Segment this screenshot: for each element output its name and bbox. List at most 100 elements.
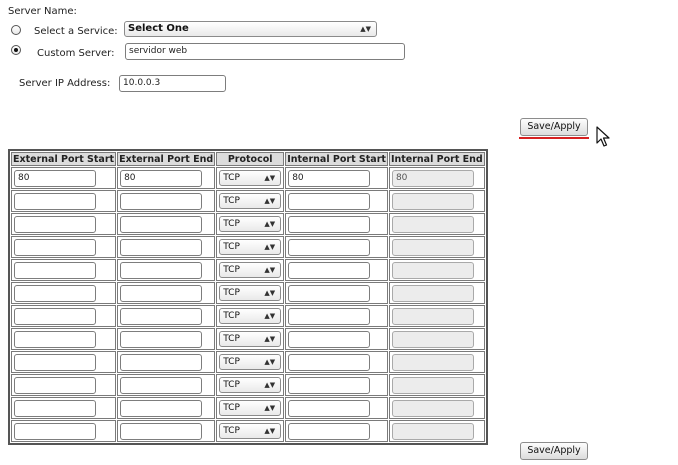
table-cell	[285, 236, 388, 258]
protocol-select[interactable]: TCP ▲▼	[219, 262, 282, 278]
table-cell	[11, 282, 117, 304]
internal-port-start-input[interactable]	[288, 330, 371, 348]
external-port-start-input[interactable]	[14, 376, 96, 394]
updown-arrow-icon: ▲▼	[264, 427, 276, 435]
table-cell	[11, 351, 117, 373]
external-port-end-input[interactable]	[120, 284, 203, 302]
internal-port-end-input	[391, 353, 474, 371]
external-port-end-input[interactable]	[120, 238, 203, 256]
updown-arrow-icon: ▲▼	[264, 335, 276, 343]
table-cell: TCP ▲▼	[216, 397, 285, 419]
protocol-select[interactable]: TCP ▲▼	[219, 308, 282, 324]
internal-port-start-input-value: 80	[292, 172, 304, 183]
annotation-underline	[519, 137, 589, 139]
protocol-select[interactable]: TCP ▲▼	[219, 216, 282, 232]
external-port-end-input[interactable]: 80	[120, 169, 203, 187]
table-cell	[11, 259, 117, 281]
table-cell	[388, 213, 485, 235]
external-port-start-input[interactable]	[14, 215, 96, 233]
table-cell	[388, 374, 485, 396]
external-port-start-input-value: 80	[18, 172, 30, 183]
internal-port-end-input	[391, 307, 474, 325]
internal-port-end-input	[391, 238, 474, 256]
protocol-select[interactable]: TCP ▲▼	[219, 170, 282, 186]
external-port-end-input[interactable]	[120, 215, 203, 233]
protocol-select[interactable]: TCP ▲▼	[219, 377, 282, 393]
external-port-start-input[interactable]	[14, 330, 96, 348]
internal-port-start-input[interactable]	[288, 307, 371, 325]
protocol-select[interactable]: TCP ▲▼	[219, 331, 282, 347]
external-port-end-input[interactable]	[120, 422, 203, 440]
protocol-select[interactable]: TCP ▲▼	[219, 193, 282, 209]
internal-port-start-input[interactable]	[288, 422, 371, 440]
table-cell	[285, 397, 388, 419]
internal-port-start-input[interactable]	[288, 376, 371, 394]
custom-server-radio[interactable]	[11, 45, 21, 55]
server-name-label: Server Name:	[8, 6, 77, 17]
table-row: 80 80 TCP ▲▼ 80 80	[11, 167, 485, 189]
external-port-start-input[interactable]	[14, 284, 96, 302]
external-port-start-input[interactable]	[14, 192, 96, 210]
protocol-select-value: TCP	[223, 196, 240, 206]
table-cell: TCP ▲▼	[216, 305, 285, 327]
table-cell: 80	[285, 167, 388, 189]
internal-port-end-input	[391, 192, 474, 210]
table-cell	[117, 328, 216, 350]
internal-port-start-input[interactable]	[288, 399, 371, 417]
internal-port-start-input[interactable]	[288, 284, 371, 302]
internal-port-start-input[interactable]	[288, 261, 371, 279]
port-forwarding-table: External Port Start External Port End Pr…	[8, 149, 488, 445]
table-cell: 80	[117, 167, 216, 189]
internal-port-start-input[interactable]	[288, 353, 371, 371]
table-row: TCP ▲▼	[11, 190, 485, 212]
internal-port-end-input: 80	[391, 169, 474, 187]
save-apply-button-bottom[interactable]: Save/Apply	[520, 442, 588, 460]
table-cell: TCP ▲▼	[216, 259, 285, 281]
table-cell	[388, 328, 485, 350]
external-port-start-input[interactable]	[14, 399, 96, 417]
table-row: TCP ▲▼	[11, 351, 485, 373]
internal-port-start-input[interactable]: 80	[288, 169, 371, 187]
external-port-start-input[interactable]	[14, 238, 96, 256]
table-cell	[388, 282, 485, 304]
table-cell: TCP ▲▼	[216, 351, 285, 373]
external-port-start-input[interactable]	[14, 422, 96, 440]
table-row: TCP ▲▼	[11, 236, 485, 258]
select-service-radio[interactable]	[11, 25, 21, 35]
table-cell	[11, 213, 117, 235]
table-cell	[285, 305, 388, 327]
updown-arrow-icon: ▲▼	[264, 289, 276, 297]
table-cell	[388, 420, 485, 442]
table-cell	[285, 351, 388, 373]
updown-arrow-icon: ▲▼	[264, 174, 276, 182]
protocol-select[interactable]: TCP ▲▼	[219, 423, 282, 439]
save-apply-button-top[interactable]: Save/Apply	[520, 118, 588, 136]
table-cell: TCP ▲▼	[216, 190, 285, 212]
internal-port-start-input[interactable]	[288, 192, 371, 210]
external-port-start-input[interactable]: 80	[14, 169, 96, 187]
service-select[interactable]: Select One ▲▼	[124, 21, 377, 37]
custom-server-input[interactable]: servidor web	[125, 43, 405, 60]
table-cell	[285, 420, 388, 442]
external-port-end-input[interactable]	[120, 353, 203, 371]
internal-port-start-input[interactable]	[288, 238, 371, 256]
protocol-select[interactable]: TCP ▲▼	[219, 354, 282, 370]
table-row: TCP ▲▼	[11, 420, 485, 442]
server-ip-input[interactable]: 10.0.0.3	[119, 75, 226, 92]
external-port-end-input[interactable]	[120, 261, 203, 279]
external-port-end-input[interactable]	[120, 330, 203, 348]
protocol-select[interactable]: TCP ▲▼	[219, 400, 282, 416]
external-port-end-input[interactable]	[120, 307, 203, 325]
external-port-start-input[interactable]	[14, 353, 96, 371]
table-cell	[117, 420, 216, 442]
internal-port-start-input[interactable]	[288, 215, 371, 233]
external-port-end-input[interactable]	[120, 192, 203, 210]
protocol-select[interactable]: TCP ▲▼	[219, 239, 282, 255]
updown-arrow-icon: ▲▼	[264, 381, 276, 389]
external-port-start-input[interactable]	[14, 261, 96, 279]
external-port-end-input[interactable]	[120, 399, 203, 417]
service-select-value: Select One	[128, 23, 189, 34]
protocol-select[interactable]: TCP ▲▼	[219, 285, 282, 301]
external-port-start-input[interactable]	[14, 307, 96, 325]
external-port-end-input[interactable]	[120, 376, 203, 394]
